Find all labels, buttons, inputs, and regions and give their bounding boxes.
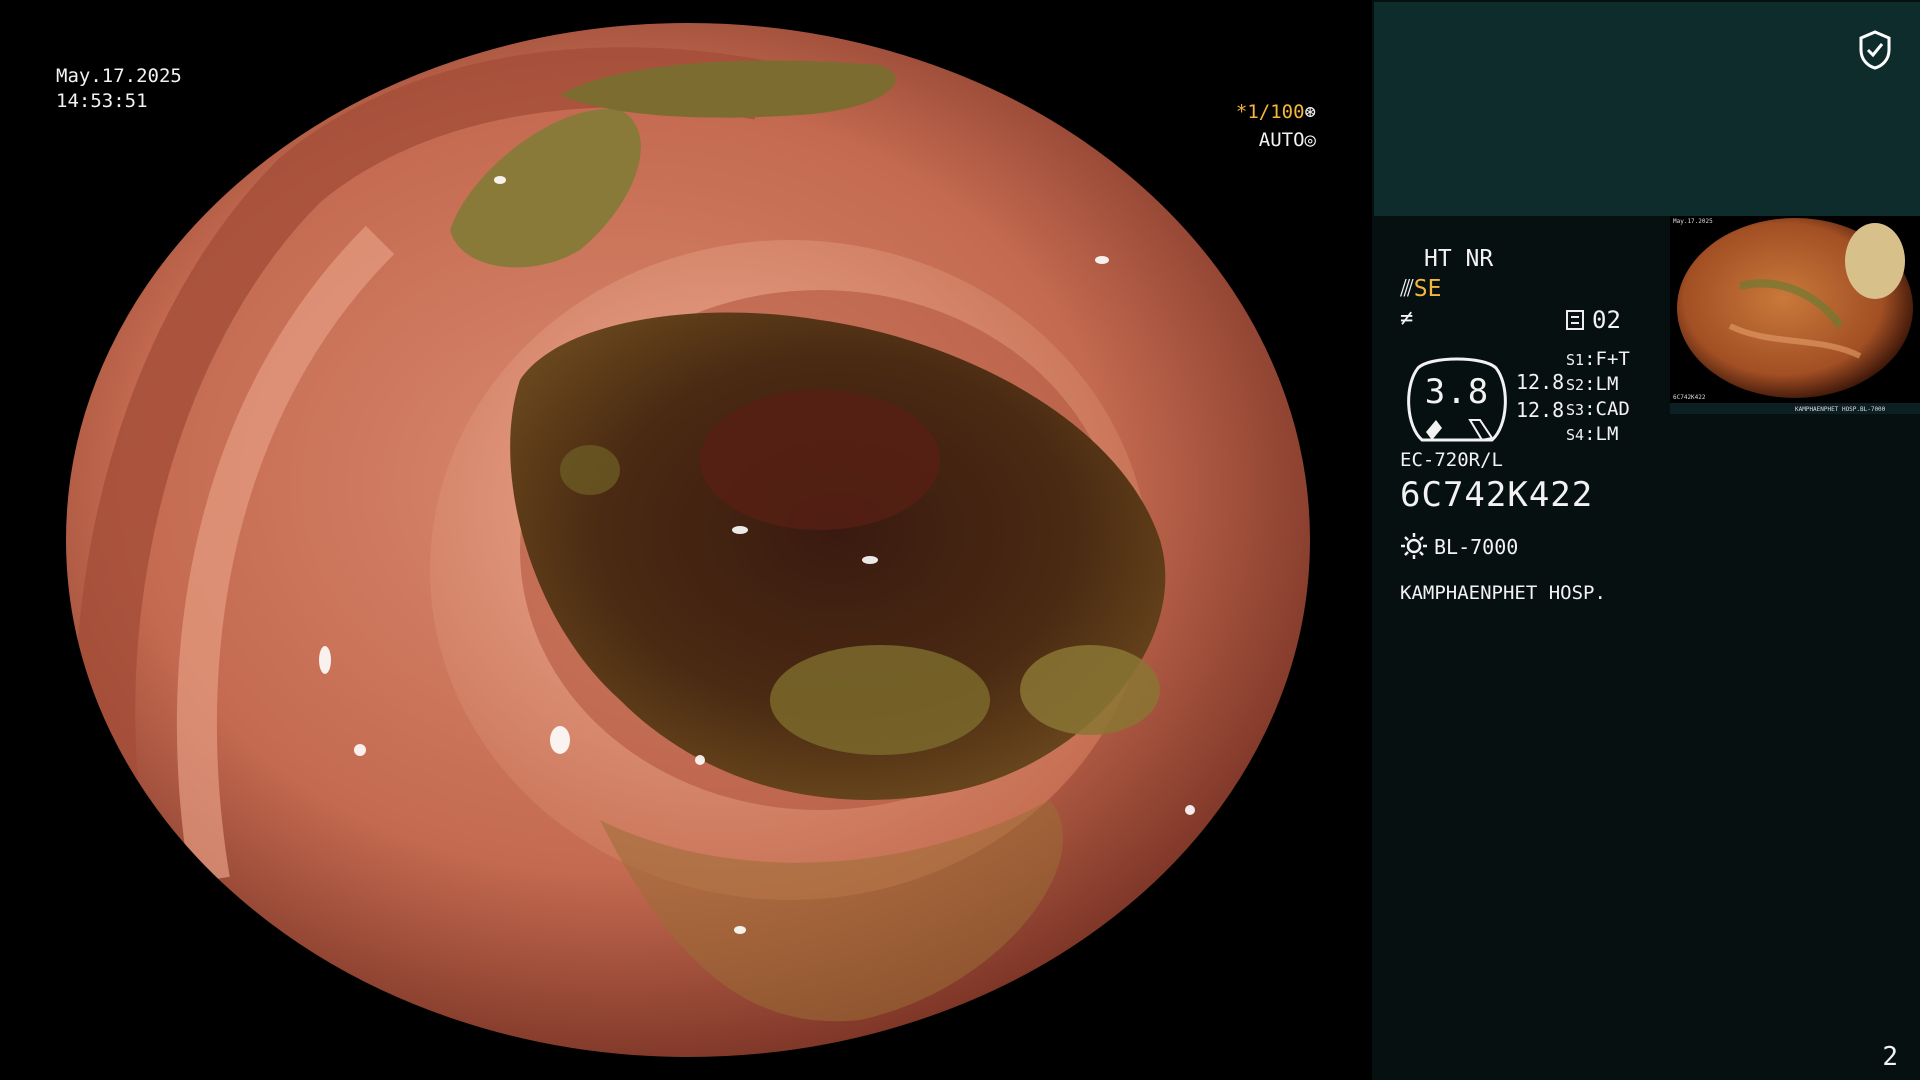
brightness-value-1: 12.8 bbox=[1516, 370, 1565, 394]
colon-lumen-image bbox=[60, 17, 1316, 1063]
thumb-hospital: KAMPHAENPHET HOSP. bbox=[1795, 406, 1861, 413]
freeze-icon: ≠ bbox=[1400, 306, 1414, 331]
date-text: May.17.2025 bbox=[56, 65, 182, 87]
thumb-date: May.17.2025 bbox=[1673, 218, 1713, 225]
switch-value: CAD bbox=[1595, 398, 1630, 420]
iris-icon: ◎ bbox=[1304, 129, 1316, 151]
thumb-light-source: BL-7000 bbox=[1860, 406, 1886, 413]
memory-row: 02 bbox=[1566, 306, 1621, 334]
switch-row-s3: S3:CAD bbox=[1566, 398, 1630, 420]
page-number: 2 bbox=[1882, 1042, 1898, 1072]
enhancement-text: SE bbox=[1413, 276, 1442, 302]
time-text: 14:53:51 bbox=[56, 90, 148, 112]
exposure-text: AUTO bbox=[1258, 129, 1305, 151]
thumb-serial: 6C742K422 bbox=[1673, 394, 1706, 401]
switch-row-s4: S4:LM bbox=[1566, 423, 1619, 445]
hospital-name: KAMPHAENPHET HOSP. bbox=[1400, 582, 1606, 604]
switch-label: S3 bbox=[1566, 401, 1585, 419]
capture-thumbnail[interactable]: May.17.2025 6C742K422 KAMPHAENPHET HOSP.… bbox=[1670, 216, 1920, 414]
light-source-icon bbox=[1401, 533, 1427, 559]
switch-row-s1: S1:F+T bbox=[1566, 348, 1630, 370]
shield-check-icon[interactable] bbox=[1858, 30, 1892, 70]
memory-icon bbox=[1566, 310, 1584, 330]
shutter-speed-display: *1/100⊛ bbox=[1236, 100, 1316, 125]
date-time-display: May.17.2025 14:53:51 bbox=[56, 64, 182, 114]
shutter-icon: ⊛ bbox=[1304, 101, 1316, 123]
memory-text: 02 bbox=[1592, 306, 1621, 334]
exposure-mode-display: AUTO◎ bbox=[1259, 128, 1316, 153]
scope-tip-icon: ⫻ bbox=[1400, 276, 1414, 302]
light-source-row: BL-7000 bbox=[1400, 532, 1518, 560]
panel-header bbox=[1374, 2, 1920, 216]
switch-value: F+T bbox=[1595, 348, 1630, 370]
enhancement-row: ⫻SE bbox=[1400, 276, 1441, 302]
info-panel: May.17.2025 6C742K422 KAMPHAENPHET HOSP.… bbox=[1372, 0, 1920, 1080]
scope-model-text: EC-720R/L bbox=[1400, 449, 1503, 471]
image-mode-text: HT NR bbox=[1424, 246, 1494, 272]
gauge-value: 3.8 bbox=[1424, 372, 1490, 412]
switch-row-s2: S2:LM bbox=[1566, 373, 1619, 395]
endoscope-view: May.17.2025 14:53:51 *1/100⊛ AUTO◎ bbox=[0, 0, 1372, 1080]
scope-serial-text: 6C742K422 bbox=[1400, 475, 1594, 515]
light-source-text: BL-7000 bbox=[1434, 535, 1519, 559]
switch-label: S1 bbox=[1566, 351, 1585, 369]
brightness-value-2: 12.8 bbox=[1516, 398, 1565, 422]
switch-value: LM bbox=[1595, 373, 1619, 395]
switch-label: S2 bbox=[1566, 376, 1585, 394]
shutter-text: *1/100 bbox=[1235, 101, 1305, 123]
switch-label: S4 bbox=[1566, 426, 1585, 444]
switch-value: LM bbox=[1595, 423, 1619, 445]
